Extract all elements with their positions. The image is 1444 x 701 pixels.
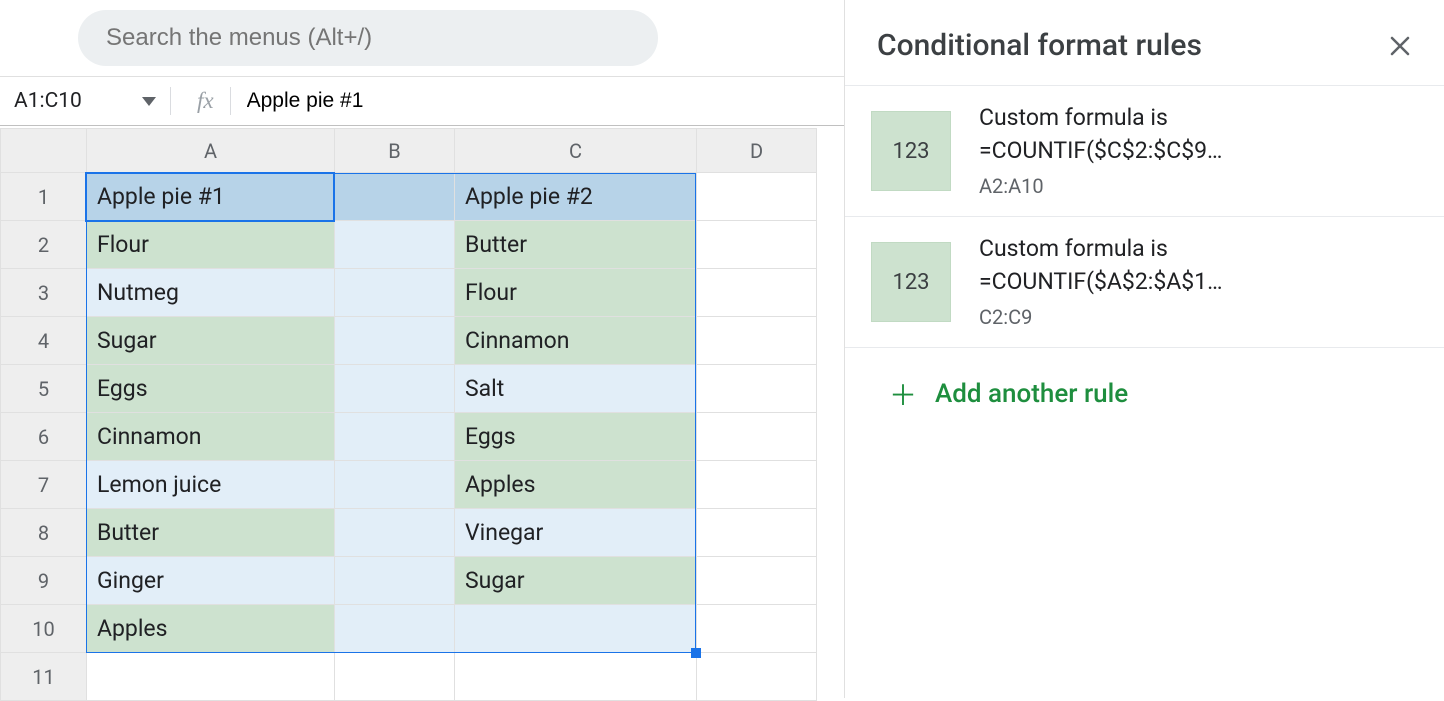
name-box-dropdown-icon[interactable] [142,97,156,106]
cell[interactable] [335,557,455,605]
cell[interactable] [335,221,455,269]
rule-formula: =COUNTIF($C$2:$C$9… [979,137,1222,164]
row-header[interactable]: 4 [1,317,87,365]
cell[interactable] [697,509,817,557]
cell[interactable]: Lemon juice [87,461,335,509]
cell[interactable]: Eggs [87,365,335,413]
search-menus-input[interactable] [78,10,658,66]
col-header-A[interactable]: A [87,129,335,173]
add-rule-label: Add another rule [935,379,1128,409]
cell[interactable] [455,653,697,701]
name-box[interactable]: A1:C10 [0,77,170,125]
cell[interactable] [335,317,455,365]
cell[interactable] [87,653,335,701]
plus-icon: ＋ [889,374,917,414]
corner-select-all[interactable] [1,129,87,173]
cell[interactable] [697,173,817,221]
row-header[interactable]: 3 [1,269,87,317]
cell[interactable]: Apple pie #1 [87,173,335,221]
table-row: 5Eggs Salt [1,365,817,413]
table-row: 10Apples [1,605,817,653]
cell[interactable]: Apple pie #2 [455,173,697,221]
cell[interactable]: Cinnamon [455,317,697,365]
col-header-B[interactable]: B [335,129,455,173]
cell[interactable] [697,221,817,269]
col-header-D[interactable]: D [697,129,817,173]
format-rule-item[interactable]: 123 Custom formula is =COUNTIF($C$2:$C$9… [845,86,1444,216]
cell[interactable]: Salt [455,365,697,413]
row-header[interactable]: 8 [1,509,87,557]
rule-range: A2:A10 [979,174,1222,198]
row-header[interactable]: 10 [1,605,87,653]
divider [170,87,171,116]
cell[interactable]: Ginger [87,557,335,605]
cell[interactable]: Apples [87,605,335,653]
divider [230,87,231,116]
row-header[interactable]: 1 [1,173,87,221]
add-rule-button[interactable]: ＋ Add another rule [845,348,1444,440]
cell[interactable]: Vinegar [455,509,697,557]
table-row: 7Lemon juice Apples [1,461,817,509]
row-header[interactable]: 11 [1,653,87,701]
row-header[interactable]: 6 [1,413,87,461]
table-row: 11 [1,653,817,701]
col-header-C[interactable]: C [455,129,697,173]
table-row: 3Nutmeg Flour [1,269,817,317]
cell[interactable] [697,365,817,413]
cell[interactable]: Nutmeg [87,269,335,317]
cell[interactable]: Sugar [455,557,697,605]
cell[interactable]: Sugar [87,317,335,365]
cell[interactable] [697,269,817,317]
rule-range: C2:C9 [979,305,1223,329]
row-header[interactable]: 2 [1,221,87,269]
cell[interactable] [455,605,697,653]
cell[interactable]: Apples [455,461,697,509]
table-row: 4Sugar Cinnamon [1,317,817,365]
cell[interactable] [697,461,817,509]
table-row: 2Flour Butter [1,221,817,269]
cell[interactable] [697,605,817,653]
name-box-value: A1:C10 [14,89,82,113]
table-row: 9Ginger Sugar [1,557,817,605]
table-row: 8Butter Vinegar [1,509,817,557]
cell[interactable] [335,653,455,701]
conditional-format-sidebar: Conditional format rules 123 Custom form… [844,0,1444,698]
table-row: 1Apple pie #1 Apple pie #2 [1,173,817,221]
cell[interactable] [335,173,455,221]
cell[interactable]: Flour [455,269,697,317]
cell[interactable]: Cinnamon [87,413,335,461]
sidebar-title: Conditional format rules [877,28,1202,63]
cell[interactable] [697,557,817,605]
row-header[interactable]: 7 [1,461,87,509]
cell[interactable] [335,413,455,461]
table-row: 6Cinnamon Eggs [1,413,817,461]
rule-formula: =COUNTIF($A$2:$A$1… [979,268,1223,295]
cell[interactable] [335,269,455,317]
rule-condition-label: Custom formula is [979,104,1222,131]
spreadsheet-grid[interactable]: A B C D 1Apple pie #1Apple pie #22FlourB… [0,128,842,701]
format-rule-item[interactable]: 123 Custom formula is =COUNTIF($A$2:$A$1… [845,217,1444,347]
row-header[interactable]: 9 [1,557,87,605]
row-header[interactable]: 5 [1,365,87,413]
cell[interactable] [697,413,817,461]
cell[interactable]: Eggs [455,413,697,461]
cell[interactable]: Flour [87,221,335,269]
cell[interactable] [697,653,817,701]
cell[interactable]: Butter [455,221,697,269]
cell[interactable] [335,365,455,413]
rule-preview-swatch: 123 [871,111,951,191]
cell[interactable] [335,509,455,557]
rule-preview-swatch: 123 [871,242,951,322]
close-icon[interactable] [1388,34,1412,58]
fx-icon: fx [181,88,230,114]
cell[interactable] [697,317,817,365]
cell[interactable]: Butter [87,509,335,557]
cell[interactable] [335,605,455,653]
rule-condition-label: Custom formula is [979,235,1223,262]
cell[interactable] [335,461,455,509]
